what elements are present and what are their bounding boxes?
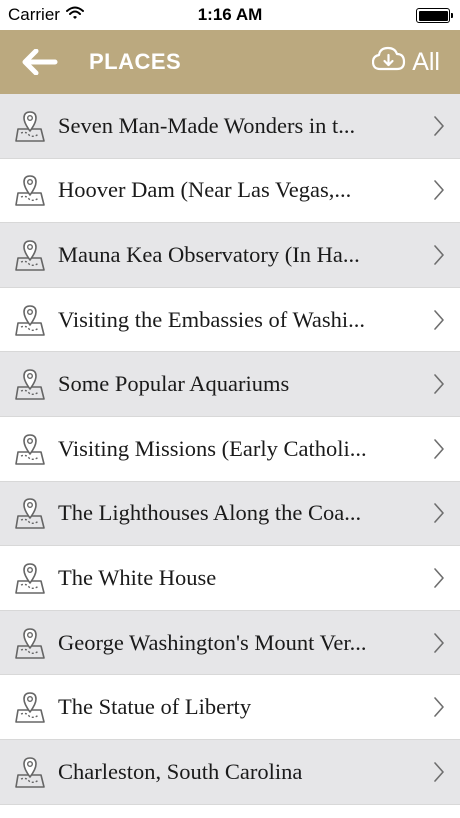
map-pin-icon [14, 625, 46, 661]
list-item[interactable]: Mauna Kea Observatory (In Ha... [0, 223, 460, 288]
list-item[interactable]: Charleston, South Carolina [0, 739, 460, 805]
chevron-right-icon [432, 115, 446, 137]
place-title: The Statue of Liberty [58, 694, 252, 720]
chevron-right-icon [432, 632, 446, 654]
chevron-right-icon [432, 567, 446, 589]
chevron-right-icon [432, 761, 446, 783]
all-label: All [412, 47, 440, 76]
cloud-download-icon [372, 46, 406, 79]
map-pin-icon [14, 495, 46, 531]
places-list: Seven Man-Made Wonders in t... Hoover Da… [0, 94, 460, 805]
map-pin-icon [14, 108, 46, 144]
place-title: Charleston, South Carolina [58, 758, 303, 784]
list-item[interactable]: George Washington's Mount Ver... [0, 610, 460, 676]
chevron-right-icon [432, 438, 446, 460]
battery-icon [416, 8, 453, 23]
chevron-right-icon [432, 244, 446, 266]
map-pin-icon [14, 431, 46, 467]
list-item[interactable]: Seven Man-Made Wonders in t... [0, 94, 460, 159]
chevron-right-icon [432, 696, 446, 718]
place-title: Hoover Dam (Near Las Vegas,... [58, 177, 352, 203]
page-title: PLACES [89, 49, 182, 74]
status-time: 1:16 AM [197, 5, 263, 24]
chevron-right-icon [432, 309, 446, 331]
nav-bar: PLACES All [0, 30, 460, 94]
back-arrow-icon [22, 49, 58, 75]
map-pin-icon [14, 560, 46, 596]
list-item[interactable]: Some Popular Aquariums [0, 352, 460, 417]
map-pin-icon [14, 366, 46, 402]
map-pin-icon [14, 689, 46, 725]
back-button[interactable] [20, 44, 60, 80]
list-item[interactable]: The Lighthouses Along the Coa... [0, 481, 460, 547]
screen: Carrier 1:16 AM PLACES All Seven Man-Mad… [0, 0, 460, 818]
chevron-right-icon [432, 179, 446, 201]
list-item[interactable]: The Statue of Liberty [0, 675, 460, 740]
map-pin-icon [14, 172, 46, 208]
chevron-right-icon [432, 373, 446, 395]
place-title: Mauna Kea Observatory (In Ha... [58, 241, 360, 267]
download-all-button[interactable]: All [372, 44, 440, 80]
place-title: Visiting Missions (Early Catholi... [58, 435, 367, 461]
chevron-right-icon [432, 502, 446, 524]
place-title: The White House [58, 564, 217, 590]
map-pin-icon [14, 237, 46, 273]
list-item[interactable]: Visiting Missions (Early Catholi... [0, 416, 460, 482]
place-title: Visiting the Embassies of Washi... [58, 306, 366, 332]
status-bar: Carrier 1:16 AM [0, 0, 460, 30]
place-title: Some Popular Aquariums [58, 371, 290, 397]
list-item[interactable]: The White House [0, 546, 460, 611]
map-pin-icon [14, 302, 46, 338]
list-item[interactable]: Visiting the Embassies of Washi... [0, 287, 460, 353]
place-title: George Washington's Mount Ver... [58, 629, 367, 655]
place-title: The Lighthouses Along the Coa... [58, 500, 362, 526]
place-title: Seven Man-Made Wonders in t... [58, 112, 356, 138]
list-item[interactable]: Hoover Dam (Near Las Vegas,... [0, 158, 460, 224]
map-pin-icon [14, 754, 46, 790]
